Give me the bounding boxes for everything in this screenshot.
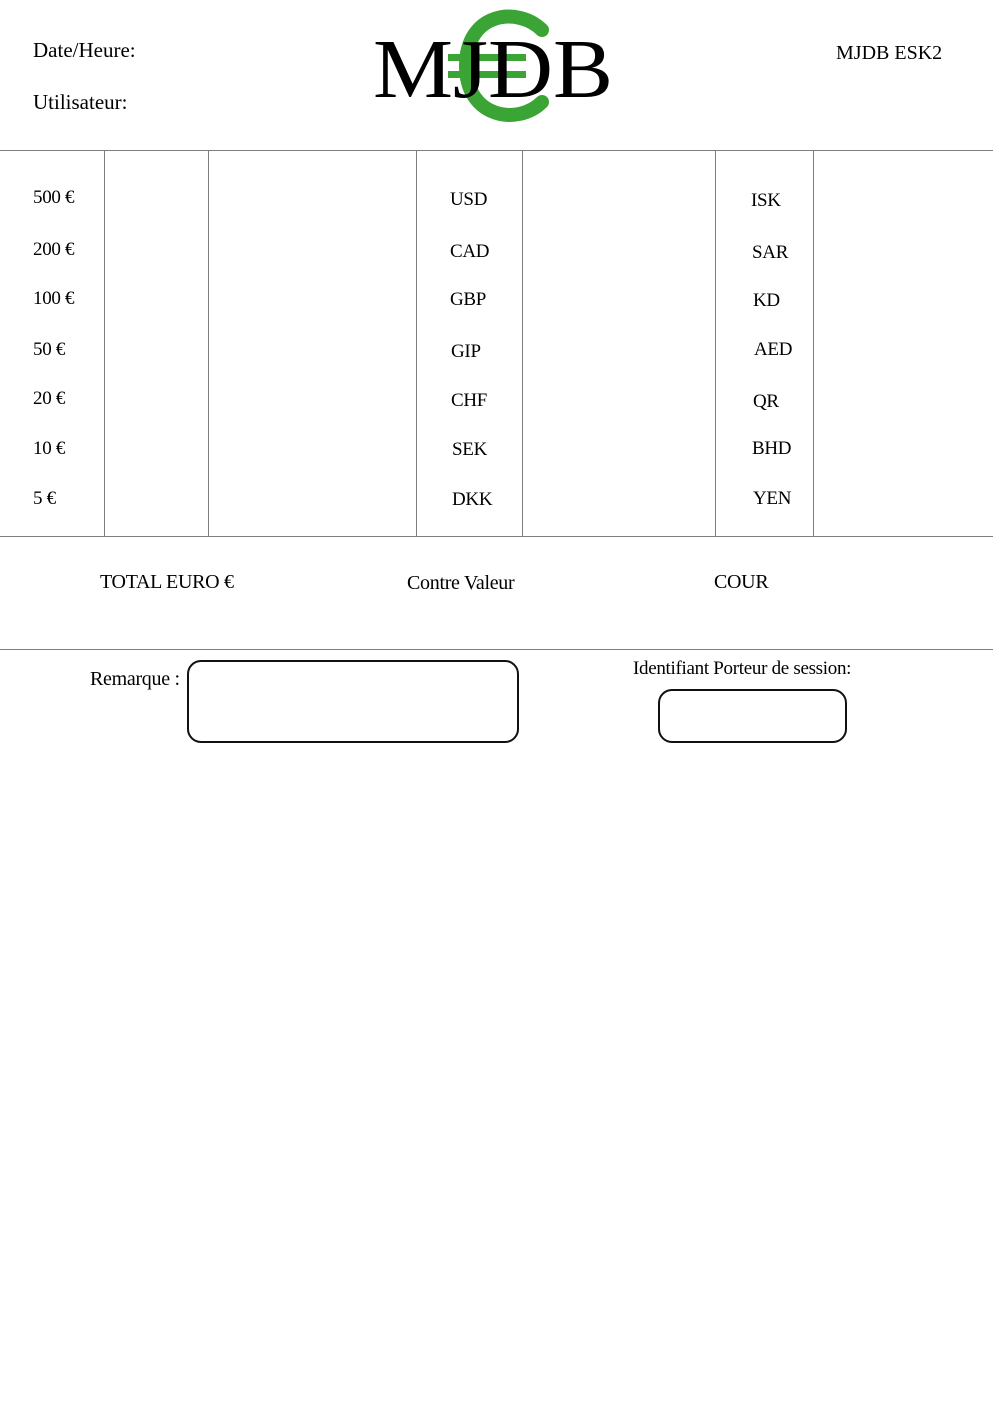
grid-column-divider — [522, 150, 523, 536]
date-time-label: Date/Heure: — [33, 38, 136, 62]
session-holder-label: Identifiant Porteur de session: — [633, 658, 852, 679]
remark-label: Remarque : — [90, 668, 180, 690]
currency-code: CAD — [450, 241, 490, 262]
currency-code: GBP — [450, 289, 487, 310]
euro-denomination: 200 € — [33, 239, 75, 260]
logo-text: MJDB — [373, 23, 613, 116]
remark-field[interactable] — [187, 660, 519, 743]
euro-denomination: 50 € — [33, 339, 66, 360]
mjdb-logo: MJDB — [368, 8, 618, 124]
currency-code: BHD — [752, 438, 792, 459]
document-id: MJDB ESK2 — [836, 42, 943, 64]
euro-denomination: 500 € — [33, 187, 75, 208]
currency-code: GIP — [451, 341, 481, 362]
currency-code: KD — [753, 290, 780, 311]
euro-denomination: 100 € — [33, 288, 75, 309]
currency-code: QR — [753, 391, 779, 412]
currency-code: AED — [754, 339, 793, 360]
grid-column-divider — [104, 150, 105, 536]
grid-column-divider — [715, 150, 716, 536]
contre-valeur-label: Contre Valeur — [407, 572, 515, 594]
grid-column-divider — [208, 150, 209, 536]
totals-divider — [0, 649, 993, 650]
grid-column-divider — [813, 150, 814, 536]
total-euro-label: TOTAL EURO € — [100, 571, 234, 593]
euro-denomination: 20 € — [33, 388, 66, 409]
euro-denomination: 5 € — [33, 488, 56, 509]
cour-label: COUR — [714, 571, 769, 593]
grid-column-divider — [416, 150, 417, 536]
currency-code: USD — [450, 189, 488, 210]
grid-bottom-divider — [0, 536, 993, 537]
header-divider — [0, 150, 993, 151]
currency-code: SEK — [452, 439, 487, 460]
user-label: Utilisateur: — [33, 90, 128, 114]
currency-code: CHF — [451, 390, 488, 411]
session-holder-field[interactable] — [658, 689, 847, 743]
euro-denomination: 10 € — [33, 438, 66, 459]
currency-code: ISK — [751, 190, 781, 211]
currency-code: YEN — [753, 488, 792, 509]
currency-code: SAR — [752, 242, 789, 263]
currency-code: DKK — [452, 489, 493, 510]
